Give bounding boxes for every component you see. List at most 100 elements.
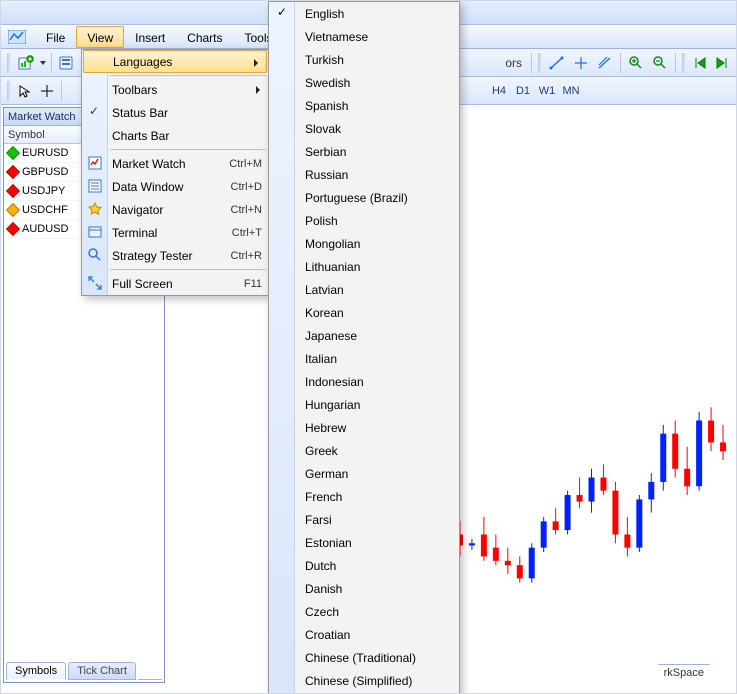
toolbar-sep (675, 53, 676, 73)
language-item-chinese-simplified-[interactable]: Chinese (Simplified) (269, 669, 459, 692)
line-study-1-button[interactable] (545, 52, 569, 74)
menu-file[interactable]: File (35, 26, 76, 48)
language-item-russian[interactable]: Russian (269, 163, 459, 186)
language-item-serbian[interactable]: Serbian (269, 140, 459, 163)
language-item-german[interactable]: German (269, 462, 459, 485)
language-label: Chinese (Simplified) (305, 674, 412, 688)
language-item-portuguese-brazil-[interactable]: Portuguese (Brazil) (269, 186, 459, 209)
view-menu-item-toolbars[interactable]: Toolbars (82, 78, 268, 101)
timeframe-w1-button[interactable]: W1 (535, 81, 559, 101)
language-label: Estonian (305, 536, 352, 550)
view-menu-item-navigator[interactable]: NavigatorCtrl+N (82, 198, 268, 221)
language-label: Lithuanian (305, 260, 360, 274)
view-menu-dropdown: Languages Toolbars Status Bar Charts Bar Mar… (81, 49, 269, 296)
profiles-button[interactable] (55, 52, 79, 74)
line-study-3-button[interactable] (593, 52, 617, 74)
toolbar-grip[interactable] (682, 53, 686, 73)
menu-item-label: Toolbars (112, 83, 262, 97)
line-study-2-button[interactable] (569, 52, 593, 74)
language-label: Korean (305, 306, 344, 320)
language-label: Czech (305, 605, 339, 619)
new-chart-drop-icon[interactable] (38, 52, 48, 74)
language-item-czech[interactable]: Czech (269, 600, 459, 623)
language-label: Serbian (305, 145, 346, 159)
toolbar-grip[interactable] (7, 53, 11, 73)
language-item-japanese[interactable]: Japanese (269, 324, 459, 347)
view-menu-item-strategy-tester[interactable]: Strategy TesterCtrl+R (82, 244, 268, 267)
cursor-tool-button[interactable] (14, 80, 36, 102)
language-label: German (305, 467, 348, 481)
market-watch-symbol-label: AUDUSD (22, 223, 68, 235)
menu-item-shortcut: Ctrl+T (224, 227, 262, 239)
view-menu-item-full-screen[interactable]: Full ScreenF11 (82, 272, 268, 295)
language-item-chinese-traditional-[interactable]: Chinese (Traditional) (269, 646, 459, 669)
market-watch-icon (87, 155, 103, 171)
language-item-polish[interactable]: Polish (269, 209, 459, 232)
language-label: English (305, 7, 344, 21)
language-label: Japanese (305, 329, 357, 343)
language-item-italian[interactable]: Italian (269, 347, 459, 370)
language-label: Italian (305, 352, 337, 366)
zoom-out-button[interactable] (648, 52, 672, 74)
view-menu-item-market-watch[interactable]: Market WatchCtrl+M (82, 152, 268, 175)
language-item-mongolian[interactable]: Mongolian (269, 232, 459, 255)
language-item-estonian[interactable]: Estonian (269, 531, 459, 554)
view-menu-item-status-bar[interactable]: Status Bar (82, 101, 268, 124)
language-item-croatian[interactable]: Croatian (269, 623, 459, 646)
menu-separator (110, 75, 266, 76)
menu-item-shortcut: Ctrl+D (223, 181, 262, 193)
market-watch-symbol-label: USDJPY (22, 185, 65, 197)
language-item-korean[interactable]: Korean (269, 301, 459, 324)
language-label: Spanish (305, 99, 348, 113)
language-label: Greek (305, 444, 338, 458)
language-label: Hebrew (305, 421, 346, 435)
language-item-vietnamese[interactable]: Vietnamese (269, 25, 459, 48)
view-menu-item-terminal[interactable]: TerminalCtrl+T (82, 221, 268, 244)
view-menu-item-charts-bar[interactable]: Charts Bar (82, 124, 268, 147)
scroll-end-button[interactable] (711, 52, 733, 74)
language-item-hungarian[interactable]: Hungarian (269, 393, 459, 416)
workspace-tab-label[interactable]: rkSpace (658, 664, 710, 679)
scroll-start-button[interactable] (689, 52, 711, 74)
language-item-slovak[interactable]: Slovak (269, 117, 459, 140)
timeframe-mn-button[interactable]: MN (559, 81, 583, 101)
language-item-latvian[interactable]: Latvian (269, 278, 459, 301)
language-item-greek[interactable]: Greek (269, 439, 459, 462)
language-item-swedish[interactable]: Swedish (269, 71, 459, 94)
language-label: Danish (305, 582, 342, 596)
arrow-down-icon (6, 184, 20, 198)
menu-item-shortcut: F11 (236, 278, 262, 290)
crosshair-tool-button[interactable] (36, 80, 58, 102)
view-menu-item-languages[interactable]: Languages (83, 50, 267, 73)
language-item-farsi[interactable]: Farsi (269, 508, 459, 531)
toolbar-sep (531, 53, 532, 73)
market-watch-tab-symbols[interactable]: Symbols (6, 662, 66, 680)
timeframe-d1-button[interactable]: D1 (511, 81, 535, 101)
toolbar-sep (51, 53, 52, 73)
language-item-indonesian[interactable]: Indonesian (269, 370, 459, 393)
language-item-spanish[interactable]: Spanish (269, 94, 459, 117)
language-item-french[interactable]: French (269, 485, 459, 508)
language-label: Vietnamese (305, 30, 368, 44)
language-item-hebrew[interactable]: Hebrew (269, 416, 459, 439)
zoom-in-button[interactable] (624, 52, 648, 74)
toolbar-grip[interactable] (7, 81, 11, 101)
menu-view[interactable]: View (76, 26, 124, 48)
language-label: Turkish (305, 53, 344, 67)
language-item-dutch[interactable]: Dutch (269, 554, 459, 577)
menu-item-label: Navigator (112, 203, 223, 217)
language-item-turkish[interactable]: Turkish (269, 48, 459, 71)
market-watch-tab-tickchart[interactable]: Tick Chart (68, 662, 136, 680)
language-item-lithuanian[interactable]: Lithuanian (269, 255, 459, 278)
language-label: Slovak (305, 122, 341, 136)
language-item-english[interactable]: English (269, 2, 459, 25)
toolbar-grip[interactable] (538, 53, 542, 73)
view-menu-item-data-window[interactable]: Data WindowCtrl+D (82, 175, 268, 198)
language-item-danish[interactable]: Danish (269, 577, 459, 600)
new-chart-button[interactable] (14, 52, 38, 74)
menu-charts[interactable]: Charts (176, 26, 233, 48)
menu-insert[interactable]: Insert (124, 26, 176, 48)
menu-item-label: Charts Bar (112, 129, 262, 143)
menu-item-label: Languages (113, 55, 260, 69)
timeframe-h4-button[interactable]: H4 (487, 81, 511, 101)
